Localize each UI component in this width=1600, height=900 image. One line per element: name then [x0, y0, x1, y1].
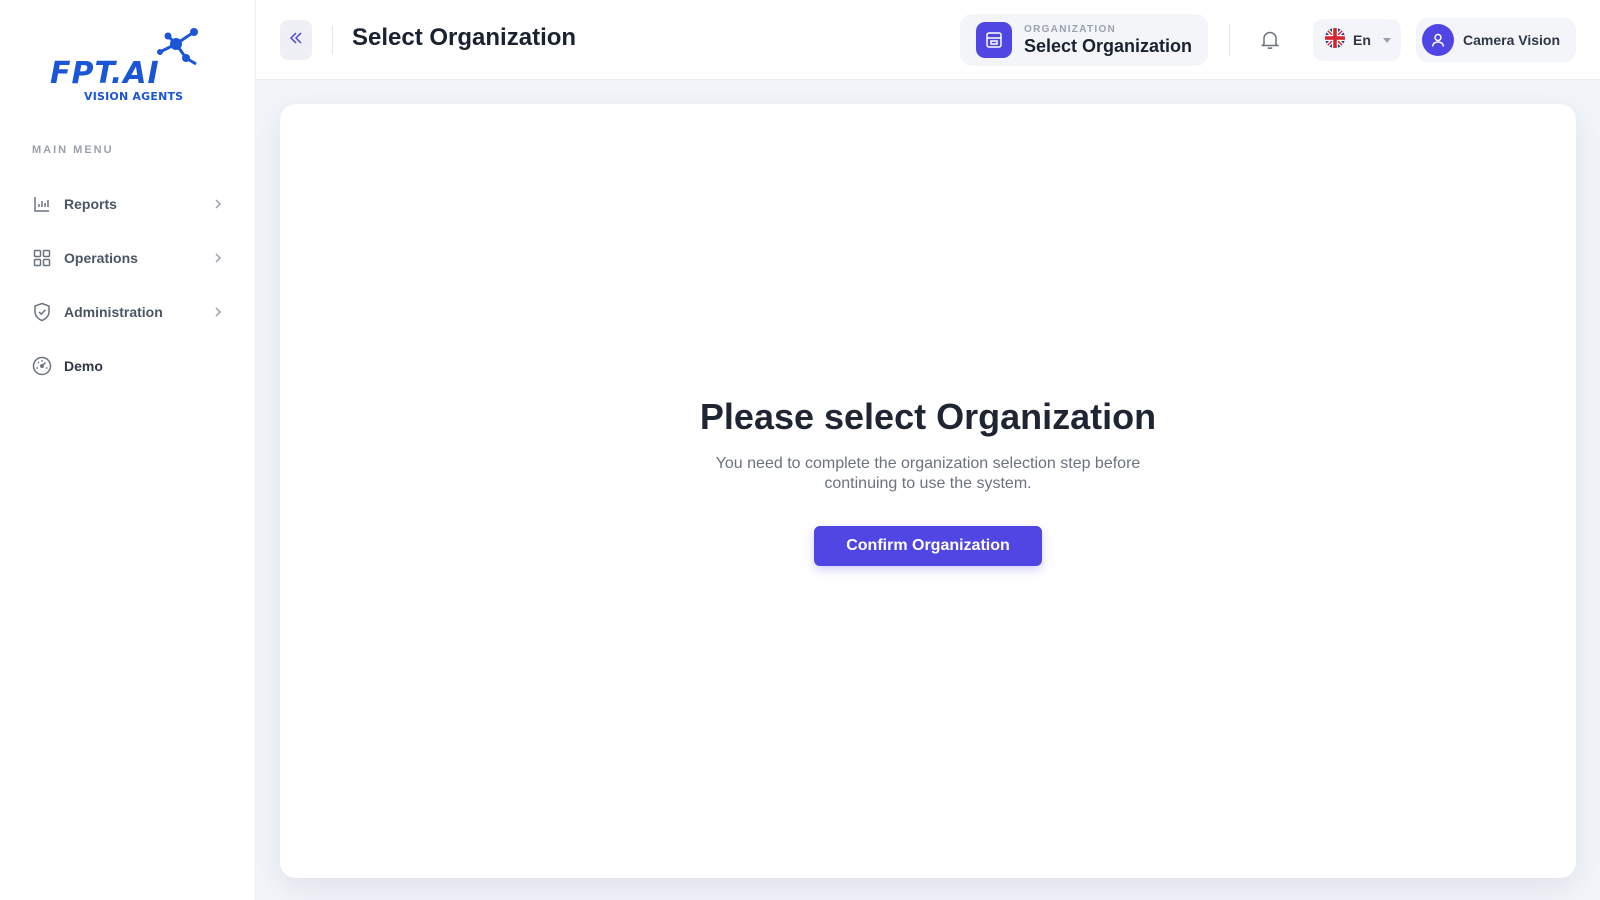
top-header: Select Organization ORGANIZATION Select … — [256, 0, 1600, 80]
main-nav: Reports Operations Administration Demo — [20, 182, 236, 398]
sidebar-item-reports[interactable]: Reports — [20, 182, 236, 226]
empty-state-description: You need to complete the organization se… — [715, 455, 1141, 492]
sidebar-item-label: Administration — [64, 304, 163, 320]
logo-wordmark: FPT.AI — [50, 56, 160, 91]
sidebar-item-administration[interactable]: Administration — [20, 290, 236, 334]
sidebar: FPT.AI VISION AGENTS MAIN MENU Reports O… — [0, 0, 256, 900]
confirm-organization-button[interactable]: Confirm Organization — [814, 526, 1042, 566]
gauge-icon — [32, 356, 52, 376]
main-card: Please select Organization You need to c… — [280, 104, 1576, 878]
collapse-sidebar-button[interactable] — [280, 20, 312, 60]
empty-state: Please select Organization You need to c… — [280, 396, 1576, 566]
header-divider — [332, 26, 333, 54]
store-icon — [976, 22, 1012, 58]
organization-selector[interactable]: ORGANIZATION Select Organization — [960, 14, 1208, 66]
shield-check-icon — [32, 302, 52, 322]
organization-value: Select Organization — [1024, 36, 1193, 56]
bar-chart-icon — [32, 194, 52, 214]
sidebar-item-label: Reports — [64, 196, 117, 212]
page-title: Select Organization — [352, 24, 577, 51]
sidebar-item-label: Demo — [64, 358, 103, 374]
user-menu[interactable]: Camera Vision — [1416, 18, 1576, 62]
language-label: En — [1353, 32, 1371, 48]
language-selector[interactable]: En — [1313, 19, 1401, 61]
caret-down-icon — [1382, 37, 1391, 43]
notification-bell-icon[interactable] — [1256, 26, 1284, 54]
chevron-right-icon — [212, 306, 224, 318]
main-menu-heading: MAIN MENU — [32, 144, 114, 156]
uk-flag-icon — [1325, 27, 1345, 53]
organization-caption: ORGANIZATION — [1024, 24, 1117, 35]
grid-icon — [32, 248, 52, 268]
sidebar-item-operations[interactable]: Operations — [20, 236, 236, 280]
chevron-right-icon — [212, 252, 224, 264]
header-divider — [1229, 24, 1230, 56]
fpt-ai-logo[interactable]: FPT.AI VISION AGENTS — [50, 26, 206, 106]
user-icon — [1422, 24, 1454, 56]
sidebar-item-label: Operations — [64, 250, 138, 266]
sidebar-item-demo[interactable]: Demo — [20, 344, 236, 388]
chevron-right-icon — [212, 198, 224, 210]
logo-subtitle: VISION AGENTS — [84, 90, 184, 103]
double-chevron-left-icon — [289, 31, 303, 49]
empty-state-title: Please select Organization — [699, 396, 1157, 437]
user-name: Camera Vision — [1463, 32, 1561, 48]
